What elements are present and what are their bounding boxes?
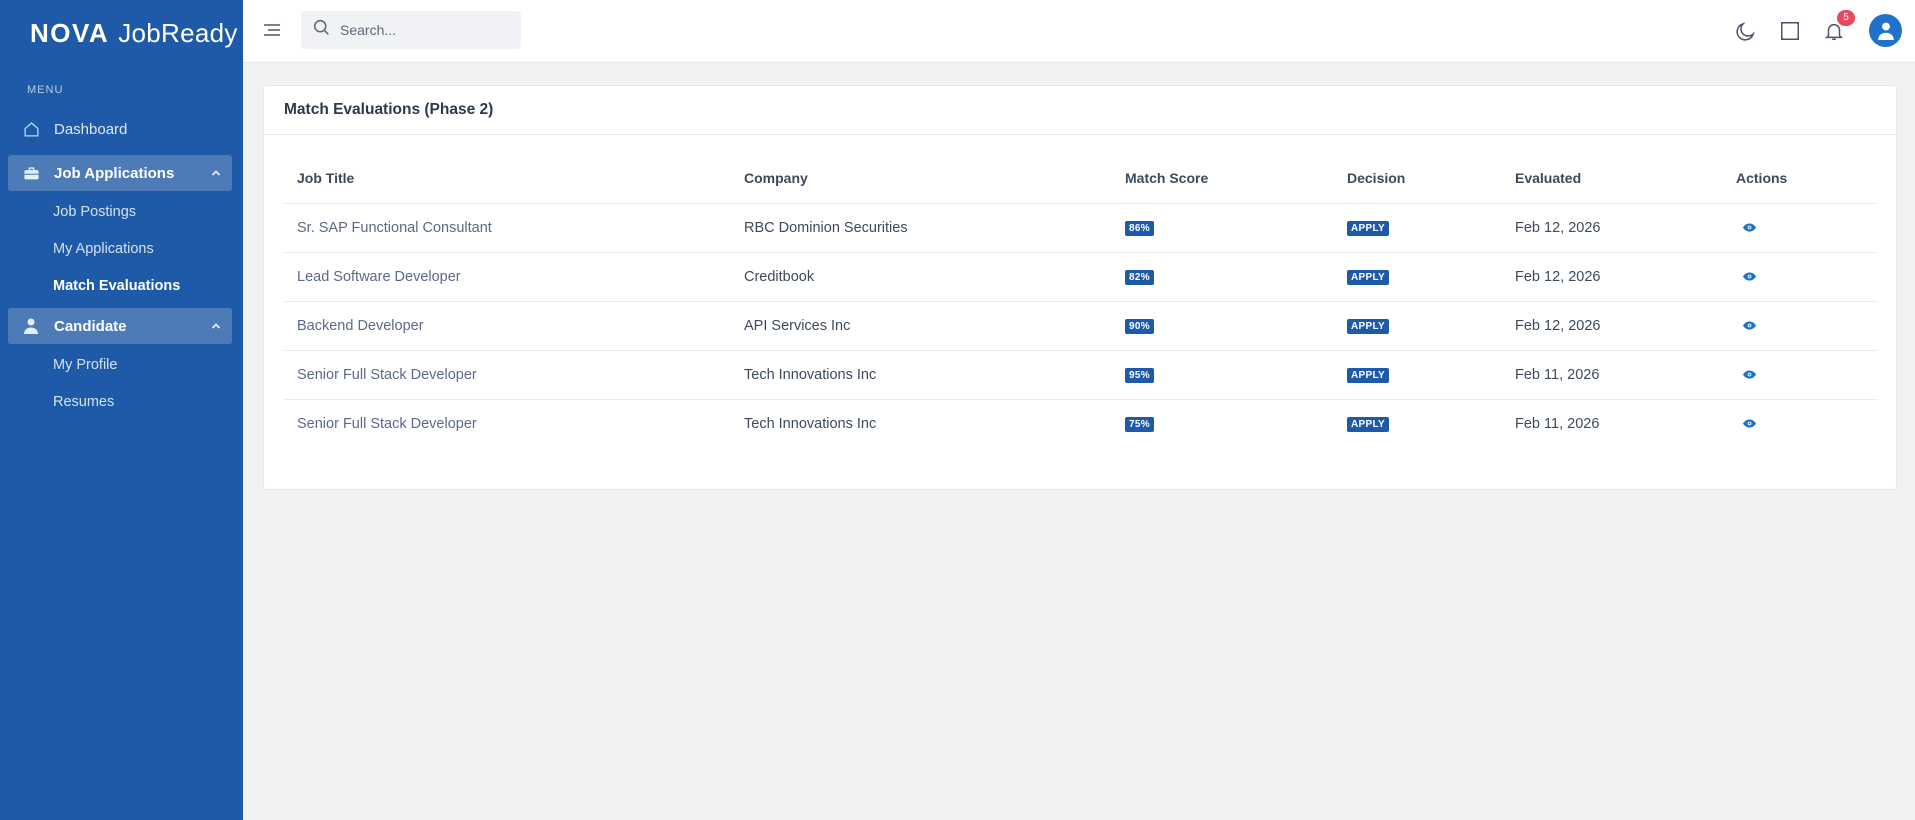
moon-icon[interactable] bbox=[1732, 18, 1758, 44]
top-header: 5 bbox=[243, 0, 1915, 63]
match-evaluations-card: Match Evaluations (Phase 2) Job Title Co… bbox=[263, 85, 1897, 490]
decision-badge: APPLY bbox=[1347, 221, 1389, 236]
sidebar-item-label: Dashboard bbox=[54, 120, 128, 138]
chevron-up-icon bbox=[210, 166, 222, 183]
match-score-badge: 75% bbox=[1125, 417, 1154, 433]
sidebar-item-candidate[interactable]: Candidate bbox=[8, 308, 232, 344]
card-title: Match Evaluations (Phase 2) bbox=[264, 86, 1896, 135]
table-row: Lead Software Developer Creditbook 82% A… bbox=[284, 252, 1878, 302]
brand-logo[interactable]: NOVA JobReady bbox=[0, 0, 243, 66]
job-title-link[interactable]: Lead Software Developer bbox=[284, 252, 731, 302]
fullscreen-icon[interactable] bbox=[1777, 18, 1803, 44]
match-score-badge: 95% bbox=[1125, 368, 1154, 383]
match-score-badge: 82% bbox=[1125, 270, 1154, 285]
column-header: Actions bbox=[1723, 154, 1878, 204]
match-score-badge: 90% bbox=[1125, 319, 1154, 334]
company-cell: RBC Dominion Securities bbox=[731, 203, 1112, 253]
job-title-link[interactable]: Senior Full Stack Developer bbox=[284, 399, 731, 448]
sidebar-item-label: Job Applications bbox=[54, 164, 175, 182]
column-header: Job Title bbox=[284, 154, 731, 204]
menu-label: MENU bbox=[27, 84, 64, 96]
job-title-link[interactable]: Sr. SAP Functional Consultant bbox=[284, 203, 731, 253]
sidebar: NOVA JobReady MENU Dashboard Job Applica… bbox=[0, 0, 243, 820]
column-header: Decision bbox=[1334, 154, 1502, 204]
eye-icon[interactable] bbox=[1743, 369, 1756, 379]
company-cell: Tech Innovations Inc bbox=[731, 350, 1112, 400]
notification-badge: 5 bbox=[1837, 10, 1855, 26]
match-score-badge: 86% bbox=[1125, 221, 1154, 236]
search-icon bbox=[313, 19, 330, 41]
job-title-link[interactable]: Senior Full Stack Developer bbox=[284, 350, 731, 400]
decision-badge: APPLY bbox=[1347, 270, 1389, 285]
evaluated-date: Feb 12, 2026 bbox=[1502, 203, 1723, 253]
table-row: Senior Full Stack Developer Tech Innovat… bbox=[284, 399, 1878, 448]
evaluated-date: Feb 12, 2026 bbox=[1502, 252, 1723, 302]
table-row: Sr. SAP Functional Consultant RBC Domini… bbox=[284, 203, 1878, 253]
evaluated-date: Feb 11, 2026 bbox=[1502, 350, 1723, 400]
sidebar-subitem-my-applications[interactable]: My Applications bbox=[53, 241, 154, 257]
decision-badge: APPLY bbox=[1347, 417, 1389, 433]
brand-part2: JobReady bbox=[118, 17, 238, 48]
user-icon bbox=[22, 317, 40, 335]
bell-icon[interactable]: 5 bbox=[1821, 10, 1855, 44]
column-header: Evaluated bbox=[1502, 154, 1723, 204]
table-row: Backend Developer API Services Inc 90% A… bbox=[284, 301, 1878, 351]
job-title-link[interactable]: Backend Developer bbox=[284, 301, 731, 351]
home-icon bbox=[22, 120, 40, 138]
search-input[interactable] bbox=[340, 22, 510, 38]
briefcase-icon bbox=[22, 164, 40, 182]
column-header: Company bbox=[731, 154, 1112, 204]
search-box bbox=[301, 11, 521, 49]
decision-badge: APPLY bbox=[1347, 319, 1389, 334]
eye-icon[interactable] bbox=[1743, 320, 1756, 330]
company-cell: Creditbook bbox=[731, 252, 1112, 302]
evaluated-date: Feb 12, 2026 bbox=[1502, 301, 1723, 351]
avatar-icon[interactable] bbox=[1869, 14, 1902, 47]
table-row: Senior Full Stack Developer Tech Innovat… bbox=[284, 350, 1878, 400]
company-cell: Tech Innovations Inc bbox=[744, 415, 877, 432]
brand-part1: NOVA bbox=[30, 17, 110, 48]
decision-badge: APPLY bbox=[1347, 368, 1389, 383]
column-header: Match Score bbox=[1112, 154, 1334, 204]
sidebar-item-label: Candidate bbox=[54, 317, 127, 335]
sidebar-subitem-resumes[interactable]: Resumes bbox=[53, 394, 114, 410]
evaluated-date: Feb 11, 2026 bbox=[1515, 415, 1600, 432]
sidebar-subitem-job-postings[interactable]: Job Postings bbox=[53, 204, 136, 220]
eye-icon[interactable] bbox=[1743, 419, 1756, 428]
sidebar-subitem-my-profile[interactable]: My Profile bbox=[53, 357, 117, 373]
sidebar-item-job-applications[interactable]: Job Applications bbox=[8, 155, 232, 191]
sidebar-subitem-match-evaluations[interactable]: Match Evaluations bbox=[53, 278, 180, 294]
company-cell: API Services Inc bbox=[731, 301, 1112, 351]
table-header-row: Job Title Company Match Score Decision E… bbox=[284, 154, 1878, 204]
chevron-up-icon bbox=[210, 319, 222, 336]
eye-icon[interactable] bbox=[1743, 271, 1756, 281]
eye-icon[interactable] bbox=[1743, 222, 1756, 232]
menu-icon[interactable] bbox=[263, 21, 281, 44]
evaluations-table: Job Title Company Match Score Decision E… bbox=[284, 154, 1878, 448]
sidebar-item-dashboard[interactable]: Dashboard bbox=[8, 111, 232, 147]
